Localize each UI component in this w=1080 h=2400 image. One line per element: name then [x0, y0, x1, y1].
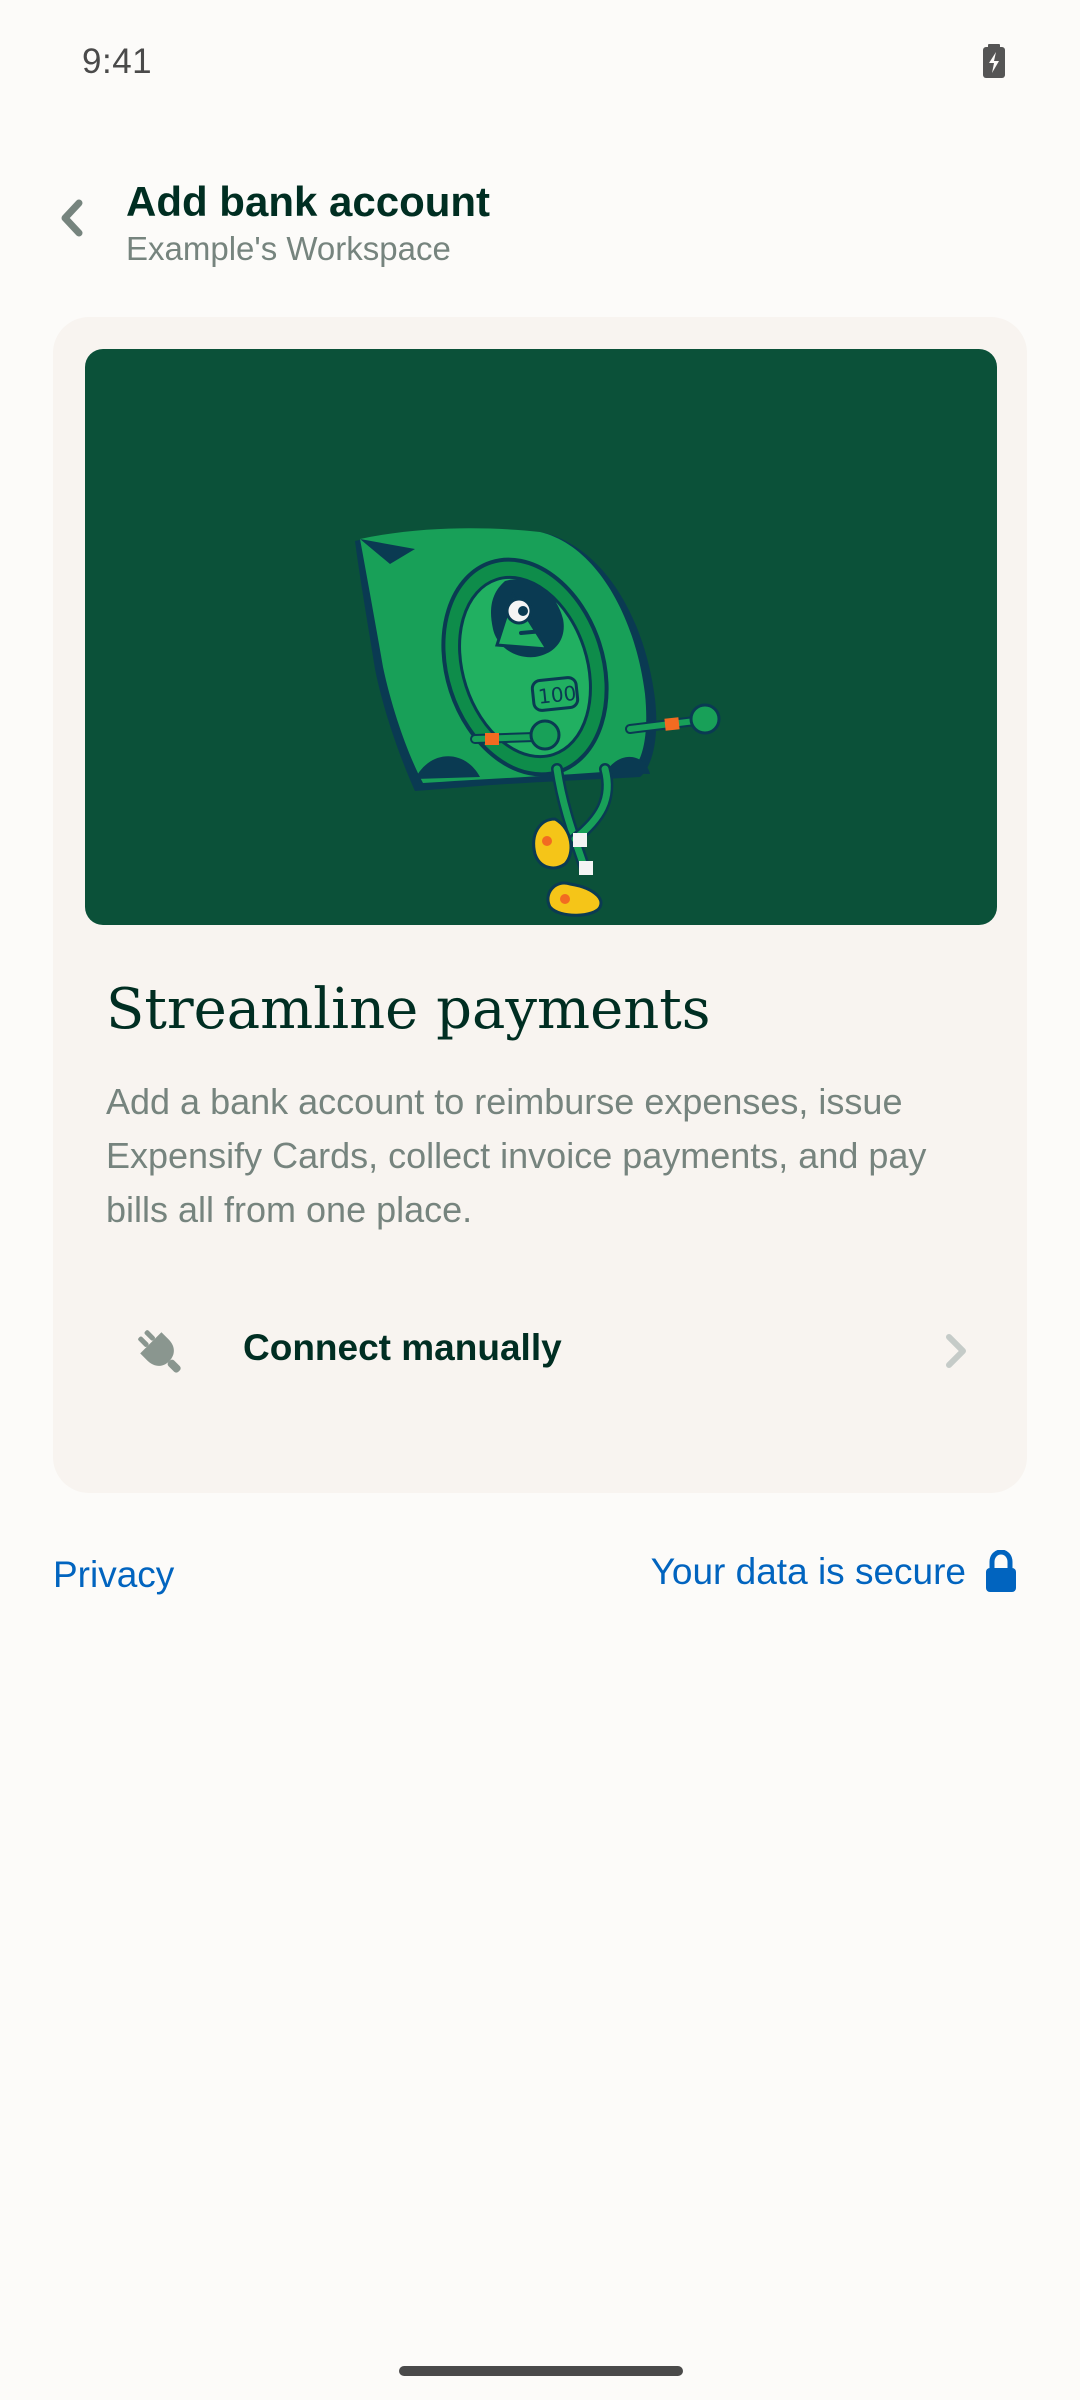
svg-text:100: 100	[537, 681, 577, 709]
lock-icon	[986, 1550, 1016, 1592]
back-button[interactable]	[44, 190, 100, 246]
home-indicator[interactable]	[399, 2366, 683, 2376]
data-secure-label: Your data is secure	[650, 1551, 966, 1592]
card-description: Add a bank account to reimburse expenses…	[106, 1081, 927, 1230]
status-bar: 9:41	[0, 0, 1080, 130]
status-time: 9:41	[82, 42, 153, 81]
money-bill-character-illustration: 100	[85, 349, 997, 925]
plug-icon	[138, 1330, 181, 1373]
page-subtitle: Example's Workspace	[126, 230, 451, 267]
screen: 9:41 Add bank account Example's Workspac…	[0, 0, 1080, 2400]
bank-account-card: 100 Streamline payments Add a bank accou…	[53, 317, 1027, 1493]
privacy-link[interactable]: Privacy	[53, 1554, 174, 1596]
chevron-right-icon	[946, 1334, 966, 1368]
card-heading: Streamline payments	[106, 977, 711, 1042]
page-title: Add bank account	[126, 178, 491, 225]
connect-manually-label: Connect manually	[243, 1327, 562, 1368]
chevron-left-icon	[61, 199, 83, 237]
battery-charging-icon	[983, 44, 1005, 78]
data-secure-link[interactable]: Your data is secure	[651, 1550, 1018, 1594]
page-header: Add bank account Example's Workspace	[0, 170, 1080, 280]
connect-manually-option[interactable]: Connect manually	[53, 1297, 1027, 1407]
illustration-graphic: 100	[355, 528, 721, 917]
